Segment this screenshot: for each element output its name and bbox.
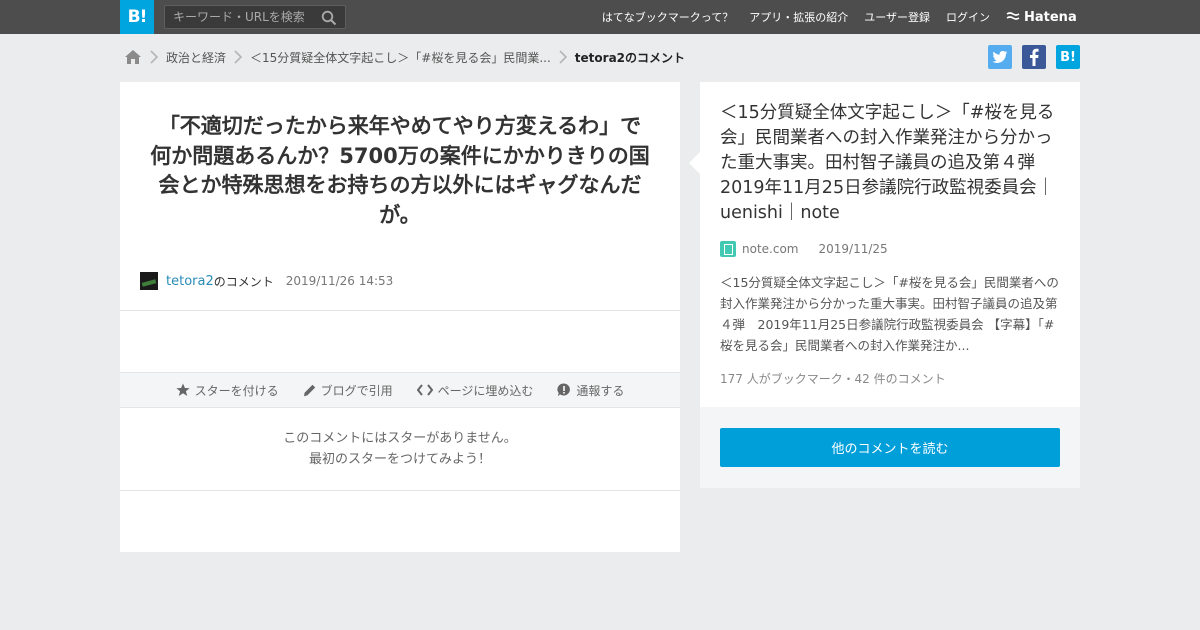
avatar[interactable]: [140, 272, 158, 290]
report-label: 通報する: [576, 383, 625, 398]
hatena-bookmark-logo[interactable]: B!: [120, 0, 154, 34]
chevron-right-icon: [553, 46, 573, 68]
divider: [120, 310, 680, 311]
nav-apps[interactable]: アプリ・拡張の紹介: [749, 9, 848, 25]
top-bar: B! はてなブックマークって？ アプリ・拡張の紹介 ユーザー登録 ログイン Ha…: [0, 0, 1200, 34]
facebook-icon: [1030, 48, 1039, 66]
hatena-wave-icon: [1006, 12, 1020, 20]
chevron-right-icon: [144, 46, 164, 68]
breadcrumb: 政治と経済 ＜15分質疑全体文字起こし＞「#桜を見る会」民間業... tetor…: [124, 46, 685, 68]
top-nav: はてなブックマークって？ アプリ・拡張の紹介 ユーザー登録 ログイン: [602, 0, 990, 34]
breadcrumb-category[interactable]: 政治と経済: [166, 49, 226, 66]
entry-title[interactable]: ＜15分質疑全体文字起こし＞「#桜を見る会」民間業者への封入作業発注から分かった…: [720, 101, 1065, 226]
no-star-message: このコメントにはスターがありません。 最初のスターをつけてみよう！: [120, 428, 680, 470]
embed-button[interactable]: ページに埋め込む: [416, 382, 534, 399]
read-more-comments-button[interactable]: 他のコメントを読む: [720, 428, 1060, 467]
code-icon: [416, 384, 433, 396]
embed-label: ページに埋め込む: [437, 383, 534, 398]
pencil-icon: [303, 384, 315, 396]
comment-text: 「不適切だったから来年やめてやり方変えるわ」で何か問題あるんか？5700万の案件…: [150, 114, 650, 227]
breadcrumb-current: tetora2のコメント: [574, 50, 686, 65]
no-star-line1: このコメントにはスターがありません。: [283, 431, 517, 446]
chevron-right-icon: [228, 46, 248, 68]
add-star-button[interactable]: スターを付ける: [175, 382, 279, 399]
breadcrumb-entry[interactable]: ＜15分質疑全体文字起こし＞「#桜を見る会」民間業...: [250, 49, 551, 66]
comment-timestamp[interactable]: 2019/11/26 14:53: [286, 274, 394, 288]
nav-register[interactable]: ユーザー登録: [864, 9, 930, 25]
hatena-brand-label: Hatena: [1024, 9, 1077, 25]
search-icon[interactable]: [321, 10, 337, 26]
comment-user-link[interactable]: tetora2: [166, 274, 214, 289]
nav-login[interactable]: ログイン: [946, 9, 990, 25]
divider: [120, 490, 680, 491]
twitter-share-button[interactable]: [988, 45, 1012, 69]
bookmark-count[interactable]: 177 人がブックマーク・42 件のコメント: [720, 370, 946, 387]
star-icon: [175, 383, 190, 396]
entry-date: 2019/11/25: [818, 242, 888, 256]
search-box[interactable]: [164, 5, 346, 29]
blog-quote-label: ブログで引用: [320, 383, 393, 398]
no-star-line2: 最初のスターをつけてみよう！: [308, 452, 491, 467]
nav-about[interactable]: はてなブックマークって？: [602, 9, 733, 25]
blog-quote-button[interactable]: ブログで引用: [303, 382, 393, 399]
home-icon[interactable]: [124, 49, 142, 65]
note-favicon-icon: [720, 241, 736, 257]
alert-icon: [557, 383, 571, 397]
add-star-label: スターを付ける: [194, 383, 279, 398]
report-button[interactable]: 通報する: [557, 382, 624, 399]
entry-card: ＜15分質疑全体文字起こし＞「#桜を見る会」民間業者への封入作業発注から分かった…: [689, 82, 1080, 407]
facebook-share-button[interactable]: [1022, 45, 1046, 69]
hatena-brand[interactable]: Hatena: [1006, 7, 1077, 27]
search-input[interactable]: [165, 6, 315, 28]
entry-summary: ＜15分質疑全体文字起こし＞「#桜を見る会」民間業者への封入作業発注から分かった…: [720, 275, 1059, 353]
entry-source: note.com 2019/11/25: [720, 240, 888, 258]
comment-meta: tetora2 のコメント 2019/11/26 14:53: [140, 271, 393, 291]
comment-actions: スターを付ける ブログで引用 ページに埋め込む 通報する: [120, 372, 680, 408]
hatena-share-button[interactable]: B!: [1056, 45, 1080, 69]
entry-domain[interactable]: note.com: [742, 242, 798, 256]
twitter-icon: [992, 51, 1008, 63]
share-buttons: B!: [988, 45, 1080, 69]
comment-suffix: のコメント: [213, 274, 274, 289]
comment-card: 「不適切だったから来年やめてやり方変えるわ」で何か問題あるんか？5700万の案件…: [120, 82, 680, 552]
